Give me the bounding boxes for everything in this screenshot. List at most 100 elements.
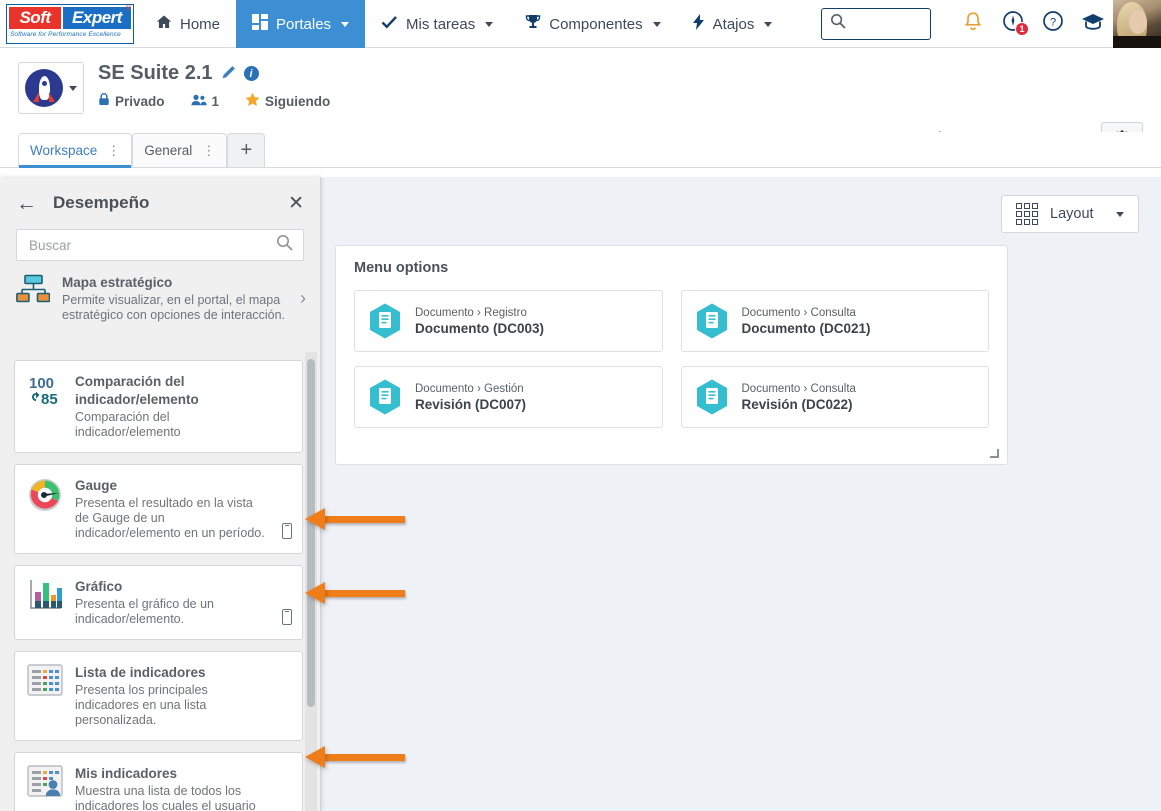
panel-item-mapa-estrategico[interactable]: Mapa estratégico Permite visualizar, en … [0, 261, 320, 336]
notification-badge: 1 [1015, 21, 1029, 36]
following-label: Siguiendo [265, 93, 331, 109]
academy-button[interactable] [1073, 0, 1113, 48]
list-item-lista-indicadores-title: Lista de indicadores [75, 665, 206, 680]
tab-workspace[interactable]: Workspace ⋮ [18, 133, 133, 168]
list-item-grafico[interactable]: Gráfico Presenta el gráfico de un indica… [14, 565, 303, 640]
my-indicators-icon [27, 765, 63, 801]
portal-icon-selector[interactable] [18, 62, 84, 114]
nav-item-mis-tareas-label: Mis tareas [406, 15, 476, 33]
list-item-comparacion-title: Comparación del indicador/elemento [75, 374, 199, 407]
tab-general-menu-icon[interactable]: ⋮ [202, 144, 215, 157]
nav-item-atajos-label: Atajos [712, 15, 755, 33]
softexpert-logo[interactable]: Soft Expert ® Software for Performance E… [6, 3, 134, 44]
tab-workspace-label: Workspace [30, 143, 98, 158]
nav-item-componentes-label: Componentes [549, 15, 643, 33]
rocket-icon [25, 69, 63, 107]
nav-item-home[interactable]: Home [140, 0, 236, 48]
star-icon [245, 92, 260, 110]
following-indicator[interactable]: Siguiendo [245, 92, 330, 110]
menu-option-dc022-text: Documento › Consulta Revisión (DC022) [742, 383, 856, 412]
list-item-gauge-body: Gauge Presenta el resultado en la vista … [75, 477, 290, 541]
close-icon[interactable]: ✕ [288, 194, 304, 213]
menu-option-dc007-breadcrumb: Documento › Gestión [415, 382, 524, 395]
menu-option-dc007-text: Documento › Gestión Revisión (DC007) [415, 383, 526, 412]
search-icon[interactable] [276, 234, 293, 256]
chevron-right-icon[interactable]: › [300, 288, 306, 309]
chevron-down-icon [341, 21, 350, 27]
list-item-comparacion[interactable]: 100 85 Comparación del indicador/element… [14, 360, 303, 453]
info-icon[interactable]: i [243, 66, 259, 81]
tab-workspace-menu-icon[interactable]: ⋮ [107, 144, 120, 157]
menu-option-dc021-breadcrumb: Documento › Consulta [741, 306, 856, 319]
logo-expert-text: Expert [63, 6, 131, 29]
indicator-list-icon [27, 664, 63, 700]
list-item-gauge-description: Presenta el resultado en la vista de Gau… [75, 496, 265, 540]
help-button[interactable]: ? [1033, 0, 1073, 48]
logo-soft-text: Soft [9, 6, 61, 29]
tab-general-label: General [144, 143, 193, 158]
svg-text:85: 85 [41, 391, 58, 407]
menu-option-dc022-breadcrumb: Documento › Consulta [741, 382, 856, 395]
list-item-mis-indicadores-body: Mis indicadores Muestra una lista de tod… [75, 765, 290, 811]
people-icon [190, 94, 207, 109]
mobile-available-icon [282, 609, 292, 625]
document-icon [696, 379, 728, 415]
logo-registered-mark: ® [125, 4, 131, 12]
nav-item-componentes[interactable]: Componentes [509, 0, 676, 48]
logo-tagline: Software for Performance Excellence [10, 30, 121, 38]
list-item-lista-indicadores[interactable]: Lista de indicadores Presenta los princi… [14, 651, 303, 741]
list-item-mis-indicadores[interactable]: Mis indicadores Muestra una lista de tod… [14, 752, 303, 811]
user-avatar[interactable] [1113, 0, 1161, 48]
nav-item-home-label: Home [180, 15, 221, 33]
menu-option-dc021[interactable]: Documento › Consulta Documento (DC021) [680, 290, 989, 352]
list-item-grafico-body: Gráfico Presenta el gráfico de un indica… [75, 578, 290, 627]
add-tab-button[interactable]: + [227, 133, 266, 167]
list-item-lista-indicadores-body: Lista de indicadores Presenta los princi… [75, 664, 290, 728]
global-search-input[interactable] [846, 15, 850, 32]
logo-wrapper: Soft Expert ® Software for Performance E… [0, 0, 140, 47]
top-navigation-bar: Soft Expert ® Software for Performance E… [0, 0, 1161, 48]
trophy-icon [525, 14, 541, 34]
avatar-body [1113, 35, 1161, 48]
workspace-canvas: Layout Menu options Documento › Registro… [321, 177, 1161, 811]
graduation-cap-icon [1081, 11, 1105, 36]
layout-button[interactable]: Layout [1001, 195, 1139, 233]
chevron-down-icon [764, 21, 773, 27]
tab-general[interactable]: General ⋮ [132, 133, 228, 167]
pencil-icon[interactable] [221, 65, 236, 83]
menu-option-dc022[interactable]: Documento › Consulta Revisión (DC022) [680, 366, 989, 428]
rocket-body [38, 76, 50, 100]
menu-option-dc003[interactable]: Documento › Registro Documento (DC003) [354, 290, 663, 352]
nav-item-mis-tareas[interactable]: Mis tareas [365, 0, 509, 48]
panel-search[interactable] [16, 229, 304, 261]
rocket-fin-right [49, 92, 55, 102]
search-input[interactable] [27, 236, 276, 254]
menu-option-dc021-label: Documento (DC021) [741, 320, 871, 336]
chevron-down-icon [69, 85, 77, 91]
list-item-gauge[interactable]: Gauge Presenta el resultado en la vista … [14, 464, 303, 554]
menu-options-title: Menu options [354, 260, 449, 276]
nav-item-portales[interactable]: Portales [236, 0, 366, 48]
gauge-icon [27, 477, 63, 513]
widget-resize-handle[interactable] [990, 449, 999, 458]
activity-notification-button[interactable]: 1 [993, 0, 1033, 48]
grid-icon [1016, 203, 1038, 225]
portal-title-row: SE Suite 2.1 i Privado 1 Siguiendo [98, 62, 1161, 110]
notifications-bell-button[interactable] [953, 0, 993, 48]
panel-component-list: 100 85 Comparación del indicador/element… [0, 352, 320, 811]
nav-item-atajos[interactable]: Atajos [677, 0, 789, 48]
back-arrow-icon[interactable]: ← [16, 193, 37, 214]
list-item-gauge-title: Gauge [75, 478, 118, 493]
comparison-100-85-icon: 100 85 [27, 373, 63, 409]
bolt-icon [692, 14, 705, 34]
panel-search-wrapper [0, 229, 320, 261]
list-item-grafico-description: Presenta el gráfico de un indicador/elem… [75, 597, 214, 626]
check-icon [381, 15, 398, 33]
panel-title: Desempeño [53, 193, 150, 212]
menu-option-dc022-label: Revisión (DC022) [741, 396, 853, 412]
global-search[interactable] [821, 7, 931, 40]
strategic-map-icon [16, 274, 51, 311]
members-indicator[interactable]: 1 [190, 94, 219, 109]
menu-option-dc007[interactable]: Documento › Gestión Revisión (DC007) [354, 366, 663, 428]
panel-header: ← Desempeño ✕ [0, 177, 320, 229]
